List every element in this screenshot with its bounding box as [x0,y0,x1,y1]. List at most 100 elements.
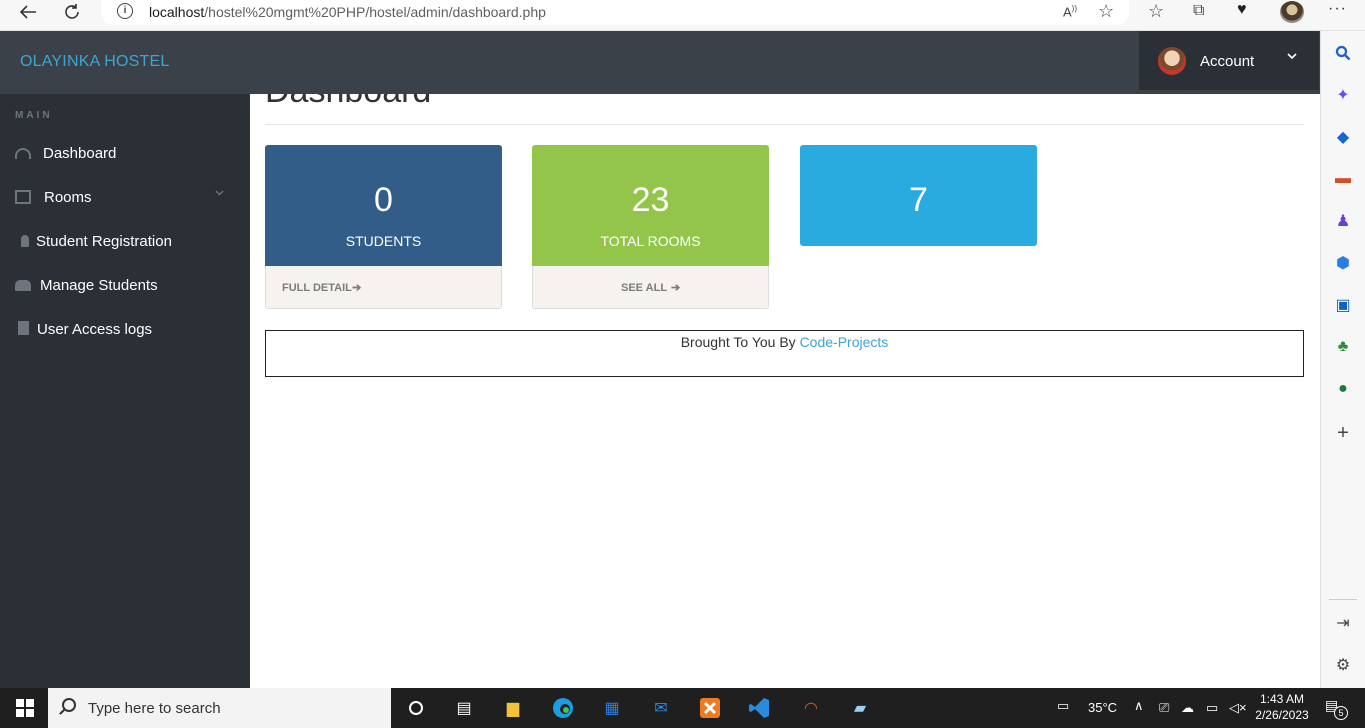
cloud-icon[interactable]: ☁ [1181,700,1194,716]
card-label: STUDENTS [345,233,422,249]
code-projects-link[interactable]: Code-Projects [800,334,889,350]
add-icon[interactable]: + [1333,422,1353,444]
sidebar-item-label: Student Registration [36,233,172,250]
sidebar-item-student-registration[interactable]: Student Registration [0,223,250,259]
favorites-icon[interactable]: ☆ [1148,1,1164,22]
time: 1:43 AM [1259,692,1305,706]
chevron-down-icon [1287,49,1297,63]
temperature[interactable]: 35°C [1088,700,1117,715]
info-icon[interactable]: i [117,3,133,19]
divider [265,124,1304,125]
task-view-icon[interactable]: ▤ [451,696,477,720]
card-panel: 7 [800,145,1037,246]
footer: Brought To You By Code-Projects [265,330,1304,377]
card-link-label: SEE ALL [621,282,668,294]
search-icon [62,698,76,712]
edge-icon[interactable] [550,696,576,720]
sidebar-item-dashboard[interactable]: Dashboard [0,135,250,171]
sidebar-item-label: Dashboard [43,145,117,162]
settings-icon[interactable]: ⚙ [1333,655,1353,675]
date: 2/26/2023 [1255,708,1309,722]
arrow-right-icon: ➔ [352,282,362,294]
total-rooms-card: 23 TOTAL ROOMS SEE ALL ➔ [532,145,769,309]
address-bar[interactable]: i localhost/hostel%20mgmt%20PHP/hostel/a… [101,0,1129,25]
card-value: 23 [631,181,670,219]
user-icon [17,234,33,248]
browser-toolbar: i localhost/hostel%20mgmt%20PHP/hostel/a… [0,0,1365,31]
office-icon[interactable]: ⬢ [1333,253,1353,273]
edge-sidebar: ✦ ◆ ▬ ♟ ⬢ ▣ ♣ ● + ⇥ ⚙ [1320,31,1365,688]
tag-icon[interactable]: ◆ [1333,127,1353,147]
taskbar: Type here to search ▤ ▆ ▦ ✉ ◠ ▰ ▭ 35°C ∧… [0,688,1365,728]
account-menu[interactable]: Account [1139,31,1319,90]
windows-start-icon[interactable] [12,696,38,720]
notification-badge: 5 [1334,706,1348,720]
collections-icon[interactable]: ⧉ [1193,2,1204,20]
file-icon [15,321,31,335]
card-panel: 23 TOTAL ROOMS [532,145,769,266]
full-detail-link[interactable]: FULL DETAIL ➔ [265,266,502,309]
third-stat-card: 7 [800,145,1037,246]
sidebar-toggle-icon[interactable]: ⇥ [1333,613,1353,633]
card-panel: 0 STUDENTS [265,145,502,266]
account-label: Account [1200,53,1255,70]
profile-avatar[interactable] [1280,1,1304,23]
sidebar-item-label: User Access logs [37,321,153,338]
sidebar-item-manage-students[interactable]: Manage Students [0,267,250,303]
mail-icon[interactable]: ✉ [648,696,674,720]
chevron-down-icon [215,187,224,199]
news-icon[interactable]: ▭ [1057,698,1069,714]
cortana-icon[interactable] [403,696,429,720]
card-value: 0 [374,181,393,219]
clock[interactable]: 1:43 AM 2/26/2023 [1252,691,1312,723]
sidebar-item-rooms[interactable]: Rooms [0,179,250,215]
outlook-icon[interactable]: ▣ [1333,295,1353,315]
app-header: OLAYINKA HOSTEL Account [0,31,1320,94]
dashboard-icon [15,146,31,160]
students-card: 0 STUDENTS FULL DETAIL ➔ [265,145,502,309]
health-icon[interactable]: ♥ [1237,1,1247,19]
meet-icon[interactable]: ⎚ [1159,700,1169,716]
search-icon[interactable] [1333,43,1353,63]
read-aloud-icon[interactable]: A)) [1063,4,1077,19]
footer-text: Brought To You By [680,334,800,350]
sidebar-item-label: Rooms [44,189,92,206]
more-icon[interactable]: ··· [1328,0,1347,18]
xampp-icon[interactable] [697,696,723,720]
see-all-link[interactable]: SEE ALL ➔ [532,266,769,309]
sparkle-icon[interactable]: ✦ [1333,85,1353,105]
search-placeholder: Type here to search [88,700,221,717]
chevron-up-icon[interactable]: ∧ [1134,698,1144,714]
favorite-add-icon[interactable]: ☆ [1098,1,1114,22]
skype-icon[interactable]: ● [1333,379,1353,399]
toolbox-icon[interactable]: ▬ [1333,169,1353,189]
battery-icon[interactable]: ▭ [1206,700,1218,716]
desktop-icon [15,190,31,204]
card-value: 7 [909,181,928,219]
card-label: TOTAL ROOMS [600,233,701,249]
url-path: /hostel%20mgmt%20PHP/hostel/admin/dashbo… [204,4,546,20]
users-icon [15,278,31,292]
gauge-icon[interactable]: ◠ [798,696,824,720]
page-title: Dashboard [265,94,431,111]
sidebar-item-user-access-logs[interactable]: User Access logs [0,311,250,347]
arrow-right-icon: ➔ [671,282,681,294]
sidebar-caption: MAIN [15,110,53,121]
back-icon[interactable] [12,0,44,24]
tree-icon[interactable]: ♣ [1333,337,1353,357]
file-explorer-icon[interactable]: ▆ [500,696,526,720]
notepad-icon[interactable]: ▰ [847,696,873,720]
sidebar-item-label: Manage Students [40,277,158,294]
store-icon[interactable]: ▦ [599,696,625,720]
brand-logo[interactable]: OLAYINKA HOSTEL [20,53,169,71]
divider [1329,599,1357,600]
taskbar-search[interactable]: Type here to search [48,688,391,728]
sidebar: MAIN Dashboard Rooms Student Registratio… [0,94,250,688]
avatar [1158,47,1186,75]
url-host: localhost [149,4,205,20]
volume-muted-icon[interactable]: ◁× [1229,700,1247,716]
vscode-icon[interactable] [746,696,772,720]
games-icon[interactable]: ♟ [1333,211,1353,231]
refresh-icon[interactable] [56,0,88,24]
main-content: Dashboard 0 STUDENTS FULL DETAIL ➔ 23 TO… [250,94,1320,688]
